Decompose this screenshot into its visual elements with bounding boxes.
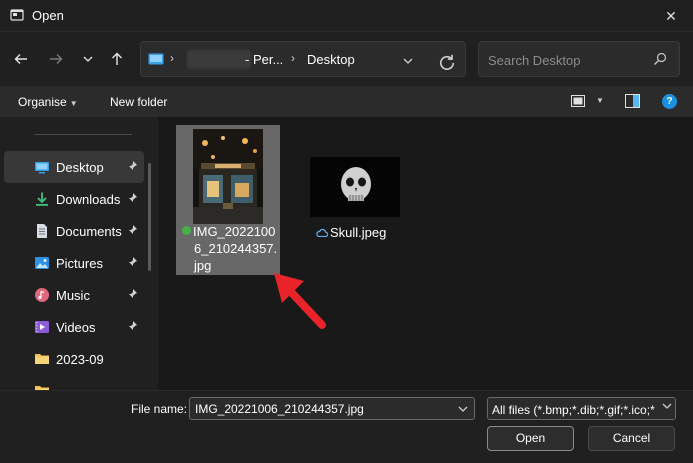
photo-thumbnail-skull <box>310 157 400 217</box>
sidebar-item-label: 2023-09 <box>56 352 104 367</box>
sidebar-item-videos[interactable]: Videos <box>4 311 144 343</box>
photo-thumbnail-storefront <box>193 129 263 224</box>
file-type-value: All files (*.bmp;*.dib;*.gif;*.ico;* <box>492 403 655 417</box>
file-label-skull: Skull.jpeg <box>316 224 386 241</box>
file-name-input[interactable] <box>195 401 445 417</box>
command-toolbar: Organise ▼ New folder ▼ ? <box>0 86 693 117</box>
pin-icon[interactable] <box>126 256 138 268</box>
file-name-line: jpg <box>194 258 212 273</box>
app-icon <box>10 9 24 21</box>
sidebar-scrollbar[interactable] <box>148 163 151 271</box>
cloud-icon <box>316 228 328 237</box>
document-icon <box>37 224 47 238</box>
file-view: IMG_2022100 6_210244357. jpg Skull.jpeg <box>158 117 693 390</box>
folder-icon <box>35 354 49 364</box>
back-arrow-icon[interactable] <box>10 48 32 70</box>
file-name-dropdown-icon[interactable] <box>458 404 468 414</box>
view-options-icon[interactable] <box>571 95 585 107</box>
organise-menu[interactable]: Organise ▼ <box>18 95 78 109</box>
pin-icon[interactable] <box>126 192 138 204</box>
videos-icon <box>35 321 49 333</box>
forward-arrow-icon[interactable] <box>45 48 67 70</box>
refresh-icon[interactable] <box>437 52 457 74</box>
sidebar-item-pictures[interactable]: Pictures <box>4 247 144 279</box>
file-name-line: IMG_2022100 <box>193 224 276 239</box>
close-icon[interactable]: ✕ <box>661 6 681 26</box>
search-input[interactable] <box>488 51 648 69</box>
pictures-icon <box>35 257 49 269</box>
annotation-arrow-icon <box>274 273 326 329</box>
help-icon[interactable]: ? <box>662 94 677 109</box>
caret-down-icon: ▼ <box>69 99 78 108</box>
pin-icon[interactable] <box>126 320 138 332</box>
preview-pane-icon[interactable] <box>625 94 640 108</box>
breadcrumb-person[interactable]: - Per... <box>245 52 283 67</box>
sidebar-item-desktop[interactable]: Desktop <box>4 151 144 183</box>
sidebar-item-label: Pictures <box>56 256 103 271</box>
this-pc-icon <box>148 53 164 65</box>
sidebar-item-label: Desktop <box>56 160 104 175</box>
sidebar-item-label: Videos <box>56 320 96 335</box>
music-icon <box>35 288 49 302</box>
file-name: Skull.jpeg <box>330 225 387 240</box>
recent-locations-chevron-icon[interactable] <box>77 48 99 70</box>
sidebar-item-partial-folder[interactable] <box>4 375 144 390</box>
view-caret-down-icon[interactable]: ▼ <box>596 96 604 105</box>
dialog-footer: File name: All files (*.bmp;*.dib;*.gif;… <box>0 390 693 463</box>
address-bar[interactable]: › - Per... › Desktop <box>140 41 466 77</box>
pin-icon[interactable] <box>126 160 138 172</box>
file-name-combobox[interactable] <box>189 397 475 420</box>
open-button[interactable]: Open <box>487 426 574 451</box>
sidebar-item-music[interactable]: Music <box>4 279 144 311</box>
search-icon[interactable] <box>653 52 667 66</box>
pin-icon[interactable] <box>126 288 138 300</box>
new-folder-button[interactable]: New folder <box>110 95 167 109</box>
title-bar: Open ✕ <box>0 0 693 32</box>
file-label-img: IMG_2022100 6_210244357. jpg <box>180 223 280 274</box>
breadcrumb-chevron-icon[interactable]: › <box>291 51 295 65</box>
organise-label: Organise <box>18 95 67 109</box>
download-icon <box>36 192 48 206</box>
window-title: Open <box>32 8 64 23</box>
file-item-img[interactable]: IMG_2022100 6_210244357. jpg <box>176 125 280 275</box>
pin-icon[interactable] <box>126 224 138 236</box>
file-type-select[interactable]: All files (*.bmp;*.dib;*.gif;*.ico;* <box>487 397 676 420</box>
address-dropdown-icon[interactable] <box>403 56 413 66</box>
search-box[interactable] <box>478 41 680 77</box>
sidebar-item-label: Documents <box>56 224 122 239</box>
redacted-user-segment <box>187 50 251 69</box>
sidebar-divider <box>34 134 132 135</box>
sidebar-item-downloads[interactable]: Downloads <box>4 183 144 215</box>
sidebar-item-label: Downloads <box>56 192 121 207</box>
navigation-pane: Desktop Downloads Documents Pictures Mus… <box>0 117 158 390</box>
folder-icon <box>35 386 49 390</box>
cancel-button[interactable]: Cancel <box>588 426 675 451</box>
synced-check-icon <box>182 226 191 235</box>
up-arrow-icon[interactable] <box>106 48 128 70</box>
file-type-dropdown-icon[interactable] <box>659 398 675 419</box>
file-name-line: 6_210244357. <box>194 241 278 256</box>
file-item-skull[interactable]: Skull.jpeg <box>308 157 404 243</box>
sidebar-item-label: Music <box>56 288 90 303</box>
file-name-label: File name: <box>131 402 188 416</box>
desktop-icon <box>35 162 49 174</box>
navigation-bar: › - Per... › Desktop <box>0 32 693 86</box>
breadcrumb-desktop[interactable]: Desktop <box>307 52 355 67</box>
breadcrumb-chevron-icon[interactable]: › <box>170 51 174 65</box>
sidebar-item-2023-09[interactable]: 2023-09 <box>4 343 144 375</box>
sidebar-item-documents[interactable]: Documents <box>4 215 144 247</box>
